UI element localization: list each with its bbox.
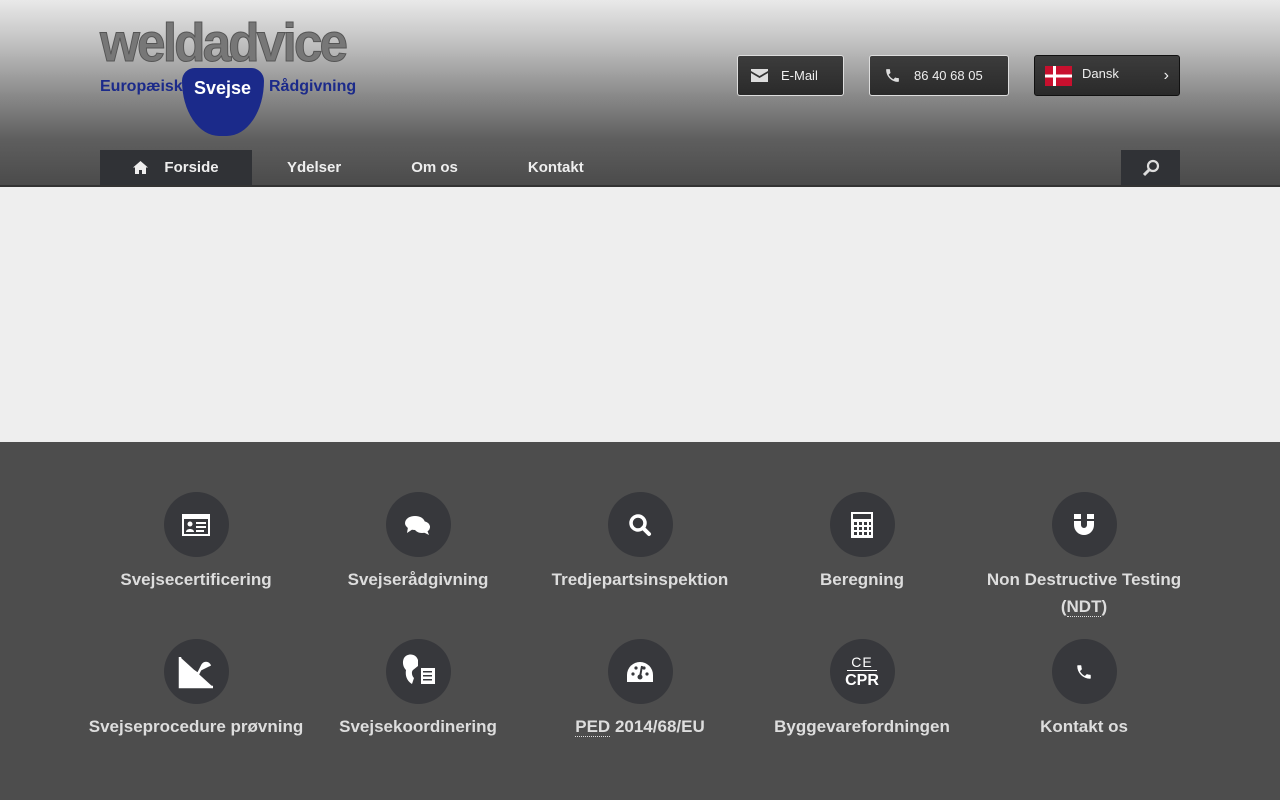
phone-label: 86 40 68 05: [914, 68, 983, 83]
nav-item-kontakt[interactable]: Kontakt: [493, 150, 619, 185]
logo[interactable]: weldadvice Europæisk Svejse Rådgivning: [100, 12, 356, 138]
service-label: Byggevarefordningen: [774, 717, 950, 736]
service-ndt[interactable]: Non Destructive Testing (NDT): [973, 492, 1195, 620]
service-label: Svejseprocedure prøvning: [88, 717, 304, 736]
id-card-icon: [163, 492, 229, 557]
service-ped[interactable]: PED 2014/68/EU: [529, 639, 751, 740]
magnet-icon: [1051, 492, 1117, 557]
service-label: Svejsecertificering: [120, 570, 272, 589]
welder-icon: [385, 639, 451, 704]
home-icon: [133, 161, 149, 174]
service-label: PED 2014/68/EU: [575, 717, 705, 737]
danish-flag-icon: [1045, 65, 1072, 86]
service-kontakt-os[interactable]: Kontakt os: [973, 639, 1195, 740]
service-svejseradgivning[interactable]: Svejserådgivning: [307, 492, 529, 593]
search-icon: [1142, 159, 1159, 176]
service-label: Svejsekoordinering: [339, 717, 497, 736]
email-button[interactable]: E-Mail: [737, 55, 844, 96]
service-svejseprocedure[interactable]: Svejseprocedure prøvning: [85, 639, 307, 740]
service-byggevarefordningen[interactable]: CE CPR Byggevarefordningen: [751, 639, 973, 740]
chevron-right-icon: ›: [1163, 66, 1169, 84]
ped-abbr: PED: [575, 717, 611, 737]
service-beregning[interactable]: Beregning: [751, 492, 973, 593]
phone-icon: [1051, 639, 1117, 704]
chat-icon: [385, 492, 451, 557]
search-button[interactable]: [1121, 150, 1180, 185]
logo-middle-text: Svejse: [194, 78, 252, 98]
nav-item-ydelser[interactable]: Ydelser: [252, 150, 376, 185]
language-label: Dansk: [1082, 66, 1119, 81]
phone-button[interactable]: 86 40 68 05: [869, 55, 1009, 96]
nav-item-forside[interactable]: Forside: [100, 150, 252, 185]
service-tredjepartsinspektion[interactable]: Tredjepartsinspektion: [529, 492, 751, 593]
site-header: weldadvice Europæisk Svejse Rådgivning E…: [0, 0, 1280, 187]
nav-label: Kontakt: [527, 159, 584, 176]
service-label: Tredjepartsinspektion: [551, 570, 729, 589]
phone-icon: [886, 69, 899, 82]
gauge-icon: [607, 639, 673, 704]
service-label: Non Destructive Testing (NDT): [986, 570, 1182, 617]
email-label: E-Mail: [781, 68, 818, 83]
service-svejsekoordinering[interactable]: Svejsekoordinering: [307, 639, 529, 740]
hero-banner: [0, 187, 1280, 442]
logo-wordmark: weldadvice: [100, 13, 349, 74]
main-nav: Forside Ydelser Om os Kontakt: [100, 150, 619, 185]
ndt-abbr: NDT: [1066, 597, 1102, 617]
service-label: Kontakt os: [1040, 717, 1128, 736]
service-label: Svejserådgivning: [347, 570, 489, 589]
nav-item-om-os[interactable]: Om os: [376, 150, 493, 185]
envelope-icon: [751, 69, 768, 82]
language-selector[interactable]: Dansk ›: [1034, 55, 1180, 96]
nav-label: Forside: [164, 159, 219, 176]
logo-right-text: Rådgivning: [269, 78, 357, 95]
nav-label: Ydelser: [287, 159, 342, 176]
service-label: Beregning: [819, 570, 905, 589]
graph-icon: [163, 639, 229, 704]
service-svejsecertificering[interactable]: Svejsecertificering: [85, 492, 307, 593]
search-icon: [607, 492, 673, 557]
nav-label: Om os: [411, 159, 458, 176]
ce-cpr-icon: CE CPR: [829, 639, 895, 704]
calculator-icon: [829, 492, 895, 557]
logo-left-text: Europæisk: [100, 78, 183, 95]
